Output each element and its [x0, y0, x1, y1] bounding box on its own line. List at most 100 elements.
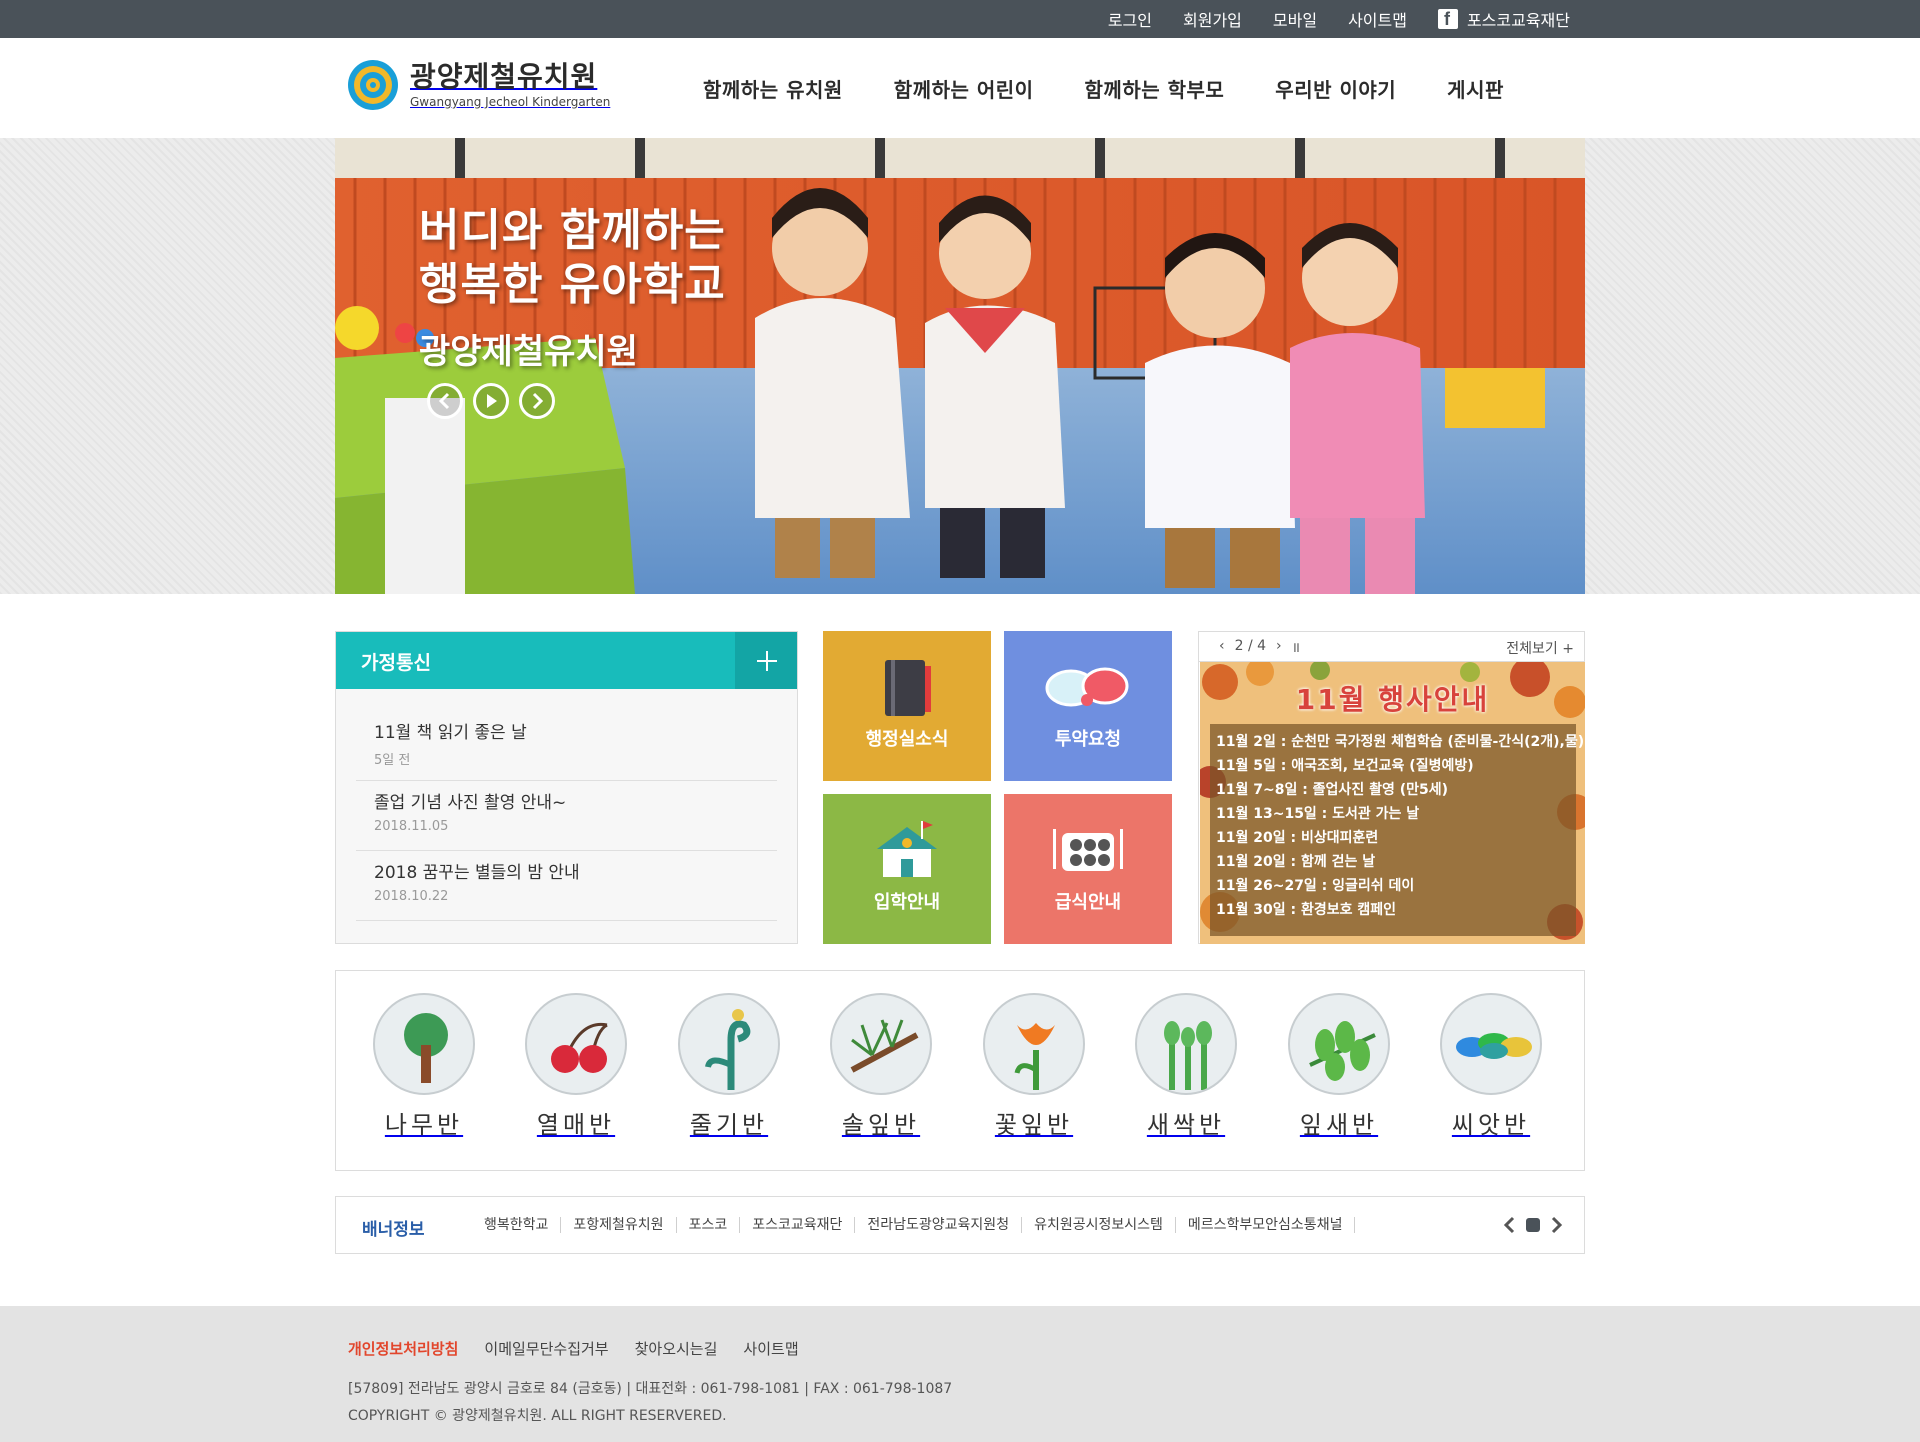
mobile-link[interactable]: 모바일: [1273, 7, 1317, 31]
tile-admin-news-label: 행정실소식: [865, 729, 949, 750]
class-petal[interactable]: 꽃잎반: [982, 993, 1086, 1140]
class-name: 솔잎반: [841, 1111, 921, 1139]
poster-line: 11월 2일 : 순천만 국가정원 체험학습 (준비물-간식(2개),물): [1216, 734, 1585, 750]
privacy-policy-link[interactable]: 개인정보처리방침: [348, 1338, 458, 1359]
hero-next-button[interactable]: [519, 383, 555, 419]
tile-admission-info-label: 입학안내: [873, 892, 941, 913]
kindergarten-emblem-icon: [346, 58, 400, 112]
nav-children[interactable]: 함께하는 어린이: [894, 74, 1034, 103]
chevron-right-icon: [532, 392, 544, 410]
banner-link[interactable]: 포스코교육재단: [740, 1217, 856, 1233]
hero-slider: 버디와 함께하는 행복한 유아학교 광양제철유치원: [335, 138, 1585, 594]
hero-prev-button[interactable]: [427, 383, 463, 419]
event-view-all-link[interactable]: 전체보기 +: [1506, 638, 1574, 658]
class-name: 줄기반: [689, 1111, 769, 1139]
tile-admission-info[interactable]: 입학안내: [823, 794, 991, 944]
banner-links: 행복한학교 포항제철유치원 포스코 포스코교육재단 전라남도광양교육지원청 유치…: [472, 1197, 1356, 1253]
class-leaf[interactable]: 잎새반: [1287, 993, 1391, 1140]
banner-link[interactable]: 전라남도광양교육지원청: [855, 1217, 1023, 1233]
class-sprout[interactable]: 새싹반: [1134, 993, 1238, 1140]
class-name: 열매반: [536, 1111, 616, 1139]
directions-link[interactable]: 찾아오시는길: [635, 1338, 718, 1359]
logo-korean-name: 광양제철유치원: [410, 60, 598, 93]
nav-kindergarten[interactable]: 함께하는 유치원: [703, 74, 843, 103]
site-logo[interactable]: 광양제철유치원 Gwangyang Jecheol Kindergarten: [346, 58, 610, 112]
play-icon: [487, 394, 497, 408]
banner-prev-icon[interactable]: [1500, 1215, 1520, 1235]
poster-title: 11월 행사안내: [1295, 683, 1490, 716]
class-tree[interactable]: 나무반: [372, 993, 476, 1140]
class-list: 나무반 열매반 줄기반 솔잎반 꽃잎반 새싹반 잎새반 씨앗반: [335, 970, 1585, 1171]
class-name: 나무반: [384, 1111, 464, 1139]
flower-icon: [983, 993, 1085, 1095]
tile-admin-news[interactable]: 행정실소식: [823, 631, 991, 781]
tile-medication-request-label: 투약요청: [1054, 729, 1122, 750]
sprout-stem-icon: [678, 993, 780, 1095]
poster-line: 11월 5일 : 애국조회, 보건교육 (질병예방): [1216, 758, 1474, 774]
hero-controls: [427, 383, 565, 419]
tile-meal-info[interactable]: 급식안내: [1004, 794, 1172, 944]
notice-item-title: 11월 책 읽기 좋은 날: [374, 723, 527, 743]
class-fruit[interactable]: 열매반: [524, 993, 628, 1140]
posco-foundation-label: 포스코교육재단: [1466, 11, 1570, 30]
notice-more-plus-icon[interactable]: [735, 632, 797, 689]
banner-link[interactable]: 포항제철유치원: [561, 1217, 677, 1233]
posco-foundation-link[interactable]: 포스코교육재단: [1437, 7, 1570, 31]
nav-class-stories[interactable]: 우리반 이야기: [1275, 74, 1396, 103]
hero-title: 버디와 함께하는 행복한 유아학교: [419, 204, 726, 312]
notice-title: 가정통신: [361, 652, 431, 674]
banner-stop-icon[interactable]: [1526, 1218, 1540, 1232]
class-name: 씨앗반: [1451, 1111, 1531, 1139]
notice-item[interactable]: 2018 꿈꾸는 별들의 밤 안내 2018.10.22: [356, 851, 777, 921]
footer-links: 개인정보처리방침 이메일무단수집거부 찾아오시는길 사이트맵: [348, 1338, 825, 1359]
poster-schedule: 11월 2일 : 순천만 국가정원 체험학습 (준비물-간식(2개),물) 11…: [1210, 724, 1585, 936]
notice-list: 11월 책 읽기 좋은 날 5일 전 졸업 기념 사진 촬영 안내~ 2018.…: [336, 711, 797, 921]
cherry-icon: [525, 993, 627, 1095]
poster-line: 11월 26~27일 : 잉글리쉬 데이: [1216, 878, 1415, 894]
facebook-icon: [1437, 9, 1458, 30]
top-utility-bar: 로그인 회원가입 모바일 사이트맵 포스코교육재단: [0, 0, 1920, 38]
email-refusal-link[interactable]: 이메일무단수집거부: [484, 1338, 608, 1359]
banner-link[interactable]: 행복한학교: [472, 1217, 562, 1233]
tile-meal-info-label: 급식안내: [1054, 892, 1122, 913]
banner-next-icon[interactable]: [1546, 1215, 1566, 1235]
class-name: 잎새반: [1299, 1111, 1379, 1139]
banner-link[interactable]: 포스코: [677, 1217, 741, 1233]
notebook-icon: [885, 660, 931, 716]
event-prev-button[interactable]: ‹: [1219, 638, 1225, 657]
nav-board[interactable]: 게시판: [1447, 74, 1504, 103]
event-next-button[interactable]: ›: [1276, 638, 1282, 657]
footer-address: [57809] 전라남도 광양시 금호로 84 (금호동) | 대표전화 : 0…: [348, 1381, 953, 1397]
class-pine[interactable]: 솔잎반: [829, 993, 933, 1140]
class-stem[interactable]: 줄기반: [677, 993, 781, 1140]
seeds-icon: [1440, 993, 1542, 1095]
event-pause-button[interactable]: ॥: [1292, 638, 1300, 657]
tile-medication-request[interactable]: 투약요청: [1004, 631, 1172, 781]
poster-line: 11월 7~8일 : 졸업사진 촬영 (만5세): [1216, 782, 1449, 798]
footer-sitemap-link[interactable]: 사이트맵: [743, 1338, 798, 1359]
banner-link[interactable]: 메르스학부모안심소통채널: [1176, 1217, 1356, 1233]
hero-title-line2: 행복한 유아학교: [419, 259, 726, 310]
banner-link[interactable]: 유치원공시정보시스템: [1022, 1217, 1176, 1233]
sitemap-link[interactable]: 사이트맵: [1348, 7, 1407, 31]
school-house-icon: [877, 821, 937, 877]
event-pager: ‹ 2 / 4 › ॥ 전체보기 +: [1199, 632, 1584, 662]
logo-english-name: Gwangyang Jecheol Kindergarten: [410, 95, 611, 109]
hero-play-button[interactable]: [473, 383, 509, 419]
nav-parents[interactable]: 함께하는 학부모: [1085, 74, 1225, 103]
utility-links: 로그인 회원가입 모바일 사이트맵 포스코교육재단: [1077, 0, 1570, 38]
notice-item[interactable]: 11월 책 읽기 좋은 날 5일 전: [356, 711, 777, 781]
signup-link[interactable]: 회원가입: [1183, 7, 1242, 31]
login-link[interactable]: 로그인: [1108, 7, 1152, 31]
event-poster[interactable]: 11월 행사안내 11월 2일 : 순천만 국가정원 체험학습 (준비물-간식(…: [1200, 662, 1585, 944]
class-name: 새싹반: [1146, 1111, 1226, 1139]
site-header: 광양제철유치원 Gwangyang Jecheol Kindergarten 함…: [0, 38, 1920, 138]
footer-copyright: COPYRIGHT © 광양제철유치원. ALL RIGHT RESERVERE…: [348, 1408, 727, 1424]
poster-line: 11월 13~15일 : 도서관 가는 날: [1216, 806, 1420, 822]
pill-capsule-icon: [1045, 667, 1129, 707]
notice-item[interactable]: 졸업 기념 사진 촬영 안내~ 2018.11.05: [356, 781, 777, 851]
class-seed[interactable]: 씨앗반: [1439, 993, 1543, 1140]
event-page-indicator: 2 / 4: [1234, 638, 1267, 654]
banner-title: 배너정보: [362, 1220, 425, 1240]
notice-item-title: 2018 꿈꾸는 별들의 밤 안내: [374, 863, 580, 883]
